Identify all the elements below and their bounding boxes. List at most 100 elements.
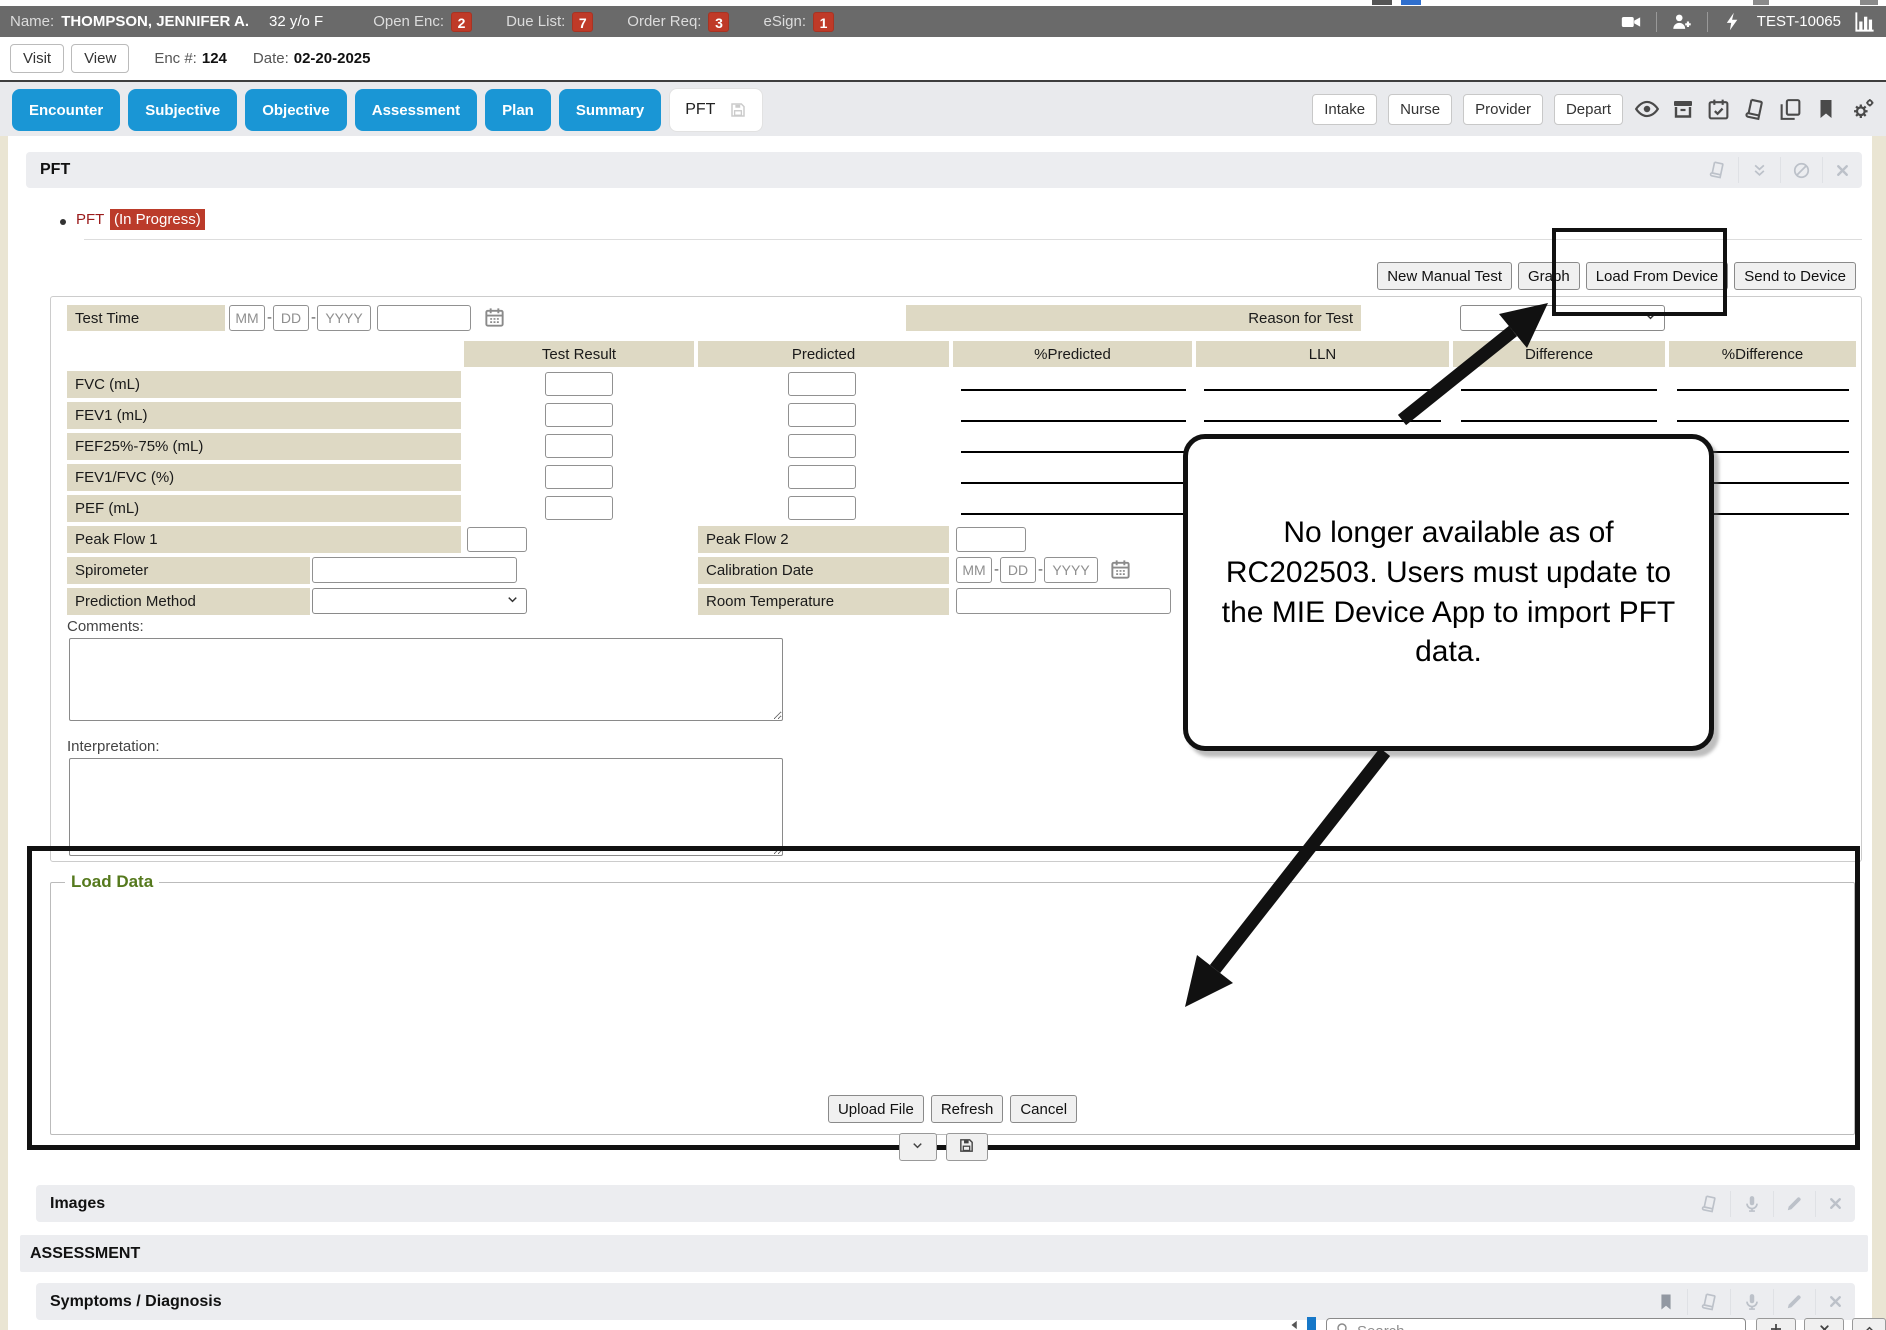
close-icon[interactable]	[1815, 1289, 1855, 1315]
order-req-badge[interactable]: 3	[708, 12, 729, 32]
test-time-day-input[interactable]	[273, 305, 309, 331]
annotation-callout: No longer available as of RC202503. User…	[1183, 434, 1714, 751]
intake-button[interactable]: Intake	[1312, 94, 1377, 125]
depart-button[interactable]: Depart	[1554, 94, 1623, 125]
collapse-up-button[interactable]	[1852, 1318, 1886, 1330]
cancel-circle-icon[interactable]	[1780, 157, 1822, 183]
reason-for-test-select[interactable]	[1460, 305, 1665, 331]
predicted-input[interactable]	[788, 465, 856, 489]
send-to-device-button[interactable]: Send to Device	[1734, 262, 1856, 290]
esign-badge[interactable]: 1	[813, 12, 834, 32]
tab-pft-label: PFT	[685, 101, 715, 119]
bookmark-icon[interactable]	[1814, 97, 1838, 121]
calendar-icon[interactable]	[483, 306, 506, 329]
enc-number-label: Enc #:	[154, 50, 197, 67]
predicted-input[interactable]	[788, 372, 856, 396]
tab-plan[interactable]: Plan	[485, 89, 551, 131]
load-from-device-button[interactable]: Load From Device	[1586, 262, 1729, 290]
book-icon[interactable]	[1688, 1191, 1730, 1217]
plus-icon	[1768, 1321, 1784, 1330]
refresh-button[interactable]: Refresh	[931, 1095, 1004, 1123]
predicted-input[interactable]	[788, 496, 856, 520]
new-manual-test-button[interactable]: New Manual Test	[1377, 262, 1512, 290]
copy-icon[interactable]	[1778, 97, 1803, 122]
row-label: FVC (mL)	[67, 371, 461, 398]
bookmark-icon[interactable]	[1645, 1289, 1687, 1315]
search-input[interactable]	[1357, 1323, 1697, 1330]
pft-status-link[interactable]: PFT	[76, 211, 104, 228]
view-button[interactable]: View	[71, 44, 129, 73]
test-time-label: Test Time	[67, 305, 225, 331]
close-button[interactable]	[1804, 1318, 1844, 1330]
test-result-input[interactable]	[545, 372, 613, 396]
lightning-icon[interactable]	[1722, 11, 1743, 32]
predicted-input[interactable]	[788, 434, 856, 458]
eye-icon[interactable]	[1634, 96, 1660, 122]
calibration-month-input[interactable]	[956, 557, 992, 583]
visit-button[interactable]: Visit	[10, 44, 64, 73]
calibration-day-input[interactable]	[1000, 557, 1036, 583]
add-button[interactable]	[1756, 1318, 1796, 1330]
tab-encounter[interactable]: Encounter	[12, 89, 120, 131]
microphone-icon[interactable]	[1730, 1191, 1773, 1217]
double-chevron-down-icon[interactable]	[1738, 157, 1780, 183]
spirometer-input[interactable]	[312, 557, 517, 583]
save-section-button[interactable]	[946, 1133, 988, 1161]
person-add-icon[interactable]	[1671, 11, 1693, 33]
archive-icon[interactable]	[1671, 97, 1695, 121]
due-list-badge[interactable]: 7	[572, 12, 593, 32]
calendar-icon[interactable]	[1109, 558, 1132, 581]
upload-file-button[interactable]: Upload File	[828, 1095, 924, 1123]
divider	[1707, 12, 1708, 32]
col-header-pct-difference: %Difference	[1669, 341, 1856, 367]
tab-subjective[interactable]: Subjective	[128, 89, 237, 131]
tab-pft-active[interactable]: PFT	[669, 88, 763, 132]
left-arrow-icon[interactable]	[1288, 1318, 1302, 1330]
video-camera-icon[interactable]	[1620, 11, 1642, 33]
due-list-label: Due List:	[506, 13, 565, 30]
prediction-method-select[interactable]	[312, 588, 527, 614]
book-icon[interactable]	[1696, 157, 1738, 183]
search-box[interactable]	[1326, 1318, 1746, 1330]
test-time-year-input[interactable]	[317, 305, 371, 331]
esign-label: eSign:	[763, 13, 806, 30]
cancel-button[interactable]: Cancel	[1010, 1095, 1077, 1123]
comments-textarea[interactable]	[69, 638, 783, 721]
pencil-icon[interactable]	[1773, 1289, 1815, 1315]
save-icon[interactable]	[729, 101, 747, 119]
book-icon[interactable]	[1742, 97, 1767, 122]
peak-flow-1-input[interactable]	[467, 527, 527, 552]
provider-button[interactable]: Provider	[1463, 94, 1543, 125]
tab-objective[interactable]: Objective	[245, 89, 347, 131]
gears-icon[interactable]	[1849, 96, 1876, 123]
bar-chart-icon[interactable]	[1853, 10, 1876, 33]
peak-flow-2-input[interactable]	[956, 527, 1026, 552]
divider	[1656, 12, 1657, 32]
test-result-input[interactable]	[545, 403, 613, 427]
scroll-accent-bar	[1307, 1317, 1316, 1330]
nurse-button[interactable]: Nurse	[1388, 94, 1452, 125]
test-result-input[interactable]	[545, 496, 613, 520]
col-header-predicted: Predicted	[698, 341, 949, 367]
test-time-time-input[interactable]	[377, 305, 471, 331]
collapse-button[interactable]	[899, 1133, 937, 1161]
close-icon[interactable]	[1822, 157, 1862, 183]
calibration-year-input[interactable]	[1044, 557, 1098, 583]
tab-assessment[interactable]: Assessment	[355, 89, 477, 131]
test-result-input[interactable]	[545, 434, 613, 458]
microphone-icon[interactable]	[1730, 1289, 1773, 1315]
close-icon[interactable]	[1815, 1191, 1855, 1217]
value-blank-line	[1461, 389, 1657, 391]
test-time-month-input[interactable]	[229, 305, 265, 331]
book-icon[interactable]	[1687, 1289, 1730, 1315]
calendar-check-icon[interactable]	[1706, 97, 1731, 122]
chevron-down-icon	[910, 1138, 925, 1157]
room-temperature-input[interactable]	[956, 588, 1171, 614]
tab-summary[interactable]: Summary	[559, 89, 661, 131]
open-enc-badge[interactable]: 2	[451, 12, 472, 32]
pencil-icon[interactable]	[1773, 1191, 1815, 1217]
predicted-input[interactable]	[788, 403, 856, 427]
test-result-input[interactable]	[545, 465, 613, 489]
interpretation-textarea[interactable]	[69, 758, 783, 856]
graph-button[interactable]: Graph	[1518, 262, 1580, 290]
